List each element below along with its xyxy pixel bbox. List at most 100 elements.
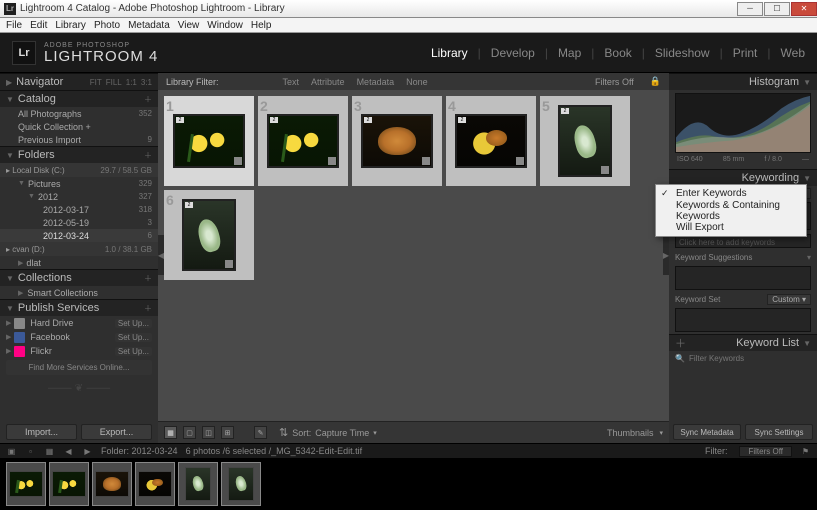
grid-cell[interactable]: 62 xyxy=(164,190,254,280)
filmstrip[interactable] xyxy=(0,458,817,510)
filmstrip-cell[interactable] xyxy=(178,462,218,506)
filmstrip-cell[interactable] xyxy=(49,462,89,506)
collections-item[interactable]: ▶ Smart Collections xyxy=(0,286,158,299)
module-web[interactable]: Web xyxy=(781,46,805,60)
lock-icon[interactable]: 🔒 xyxy=(650,76,661,87)
publish-header[interactable]: ▼ Publish Services ＋ xyxy=(0,299,158,316)
filters-off-label[interactable]: Filters Off xyxy=(595,77,634,87)
module-print[interactable]: Print xyxy=(733,46,758,60)
folder-item[interactable]: 2012-05-193 xyxy=(0,216,158,229)
menu-file[interactable]: File xyxy=(6,20,22,31)
menu-view[interactable]: View xyxy=(178,20,200,31)
module-slideshow[interactable]: Slideshow xyxy=(655,46,710,60)
collections-header[interactable]: ▼ Collections ＋ xyxy=(0,269,158,286)
grid-cell[interactable]: 12 xyxy=(164,96,254,186)
module-book[interactable]: Book xyxy=(604,46,631,60)
menu-edit[interactable]: Edit xyxy=(30,20,47,31)
export-button[interactable]: Export... xyxy=(81,424,152,440)
nav-opt-3:1[interactable]: 3:1 xyxy=(141,78,152,87)
second-window-icon[interactable]: ▫ xyxy=(25,446,36,457)
keyword-tags-menu[interactable]: Enter KeywordsKeywords & Containing Keyw… xyxy=(655,184,807,237)
menu-metadata[interactable]: Metadata xyxy=(128,20,170,31)
sort-value[interactable]: Capture Time xyxy=(315,428,369,438)
collections-title: Collections xyxy=(18,272,72,284)
navigator-header[interactable]: ▶ Navigator FITFILL1:13:1 xyxy=(0,73,158,90)
catalog-item[interactable]: Quick Collection + xyxy=(0,120,158,133)
survey-view-button[interactable]: ⊞ xyxy=(221,426,234,439)
module-library[interactable]: Library xyxy=(431,46,468,60)
histogram-header[interactable]: Histogram ▼ xyxy=(669,73,817,90)
flag-icon[interactable]: ⚑ xyxy=(800,446,811,457)
drive-bar[interactable]: ▸ Local Disk (C:)29.7 / 58.5 GB xyxy=(0,163,158,177)
setup-button[interactable]: Set Up... xyxy=(115,333,152,342)
thumbnails-label[interactable]: Thumbnails xyxy=(607,428,654,438)
publish-service[interactable]: ▶FlickrSet Up... xyxy=(0,344,158,358)
module-develop[interactable]: Develop xyxy=(491,46,535,60)
grid-icon[interactable]: ▦ xyxy=(44,446,55,457)
publish-service[interactable]: ▶FacebookSet Up... xyxy=(0,330,158,344)
menu-photo[interactable]: Photo xyxy=(94,20,120,31)
chevron-down-icon: ▼ xyxy=(6,274,14,283)
nav-opt-fill[interactable]: FILL xyxy=(106,78,122,87)
catalog-header[interactable]: ▼ Catalog ＋ xyxy=(0,90,158,107)
menu-window[interactable]: Window xyxy=(207,20,243,31)
filter-tab-text[interactable]: Text xyxy=(283,77,300,87)
publish-service[interactable]: ▶Hard DriveSet Up... xyxy=(0,316,158,330)
menubar[interactable]: File Edit Library Photo Metadata View Window He… xyxy=(0,18,817,33)
menu-library[interactable]: Library xyxy=(55,20,86,31)
grid-cell[interactable]: 22 xyxy=(258,96,348,186)
module-picker[interactable]: Library|Develop|Map|Book|Slideshow|Print… xyxy=(431,46,805,60)
keyword-list-header[interactable]: ＋ Keyword List ▼ xyxy=(669,334,817,351)
folder-item[interactable]: ▶dlat xyxy=(0,256,158,269)
loupe-view-button[interactable]: ▢ xyxy=(183,426,196,439)
minimize-button[interactable]: － xyxy=(737,2,763,16)
maximize-button[interactable]: ☐ xyxy=(764,2,790,16)
grid-cell[interactable]: 42 xyxy=(446,96,536,186)
module-map[interactable]: Map xyxy=(558,46,581,60)
keyword-set-dropdown[interactable]: Custom ▾ xyxy=(767,294,811,305)
folder-path[interactable]: Folder: 2012-03-24 xyxy=(101,446,178,456)
catalog-item[interactable]: Previous Import9 xyxy=(0,133,158,146)
back-icon[interactable]: ◀ xyxy=(63,446,74,457)
painter-tool-button[interactable]: ✎ xyxy=(254,426,267,439)
setup-button[interactable]: Set Up... xyxy=(115,319,152,328)
sync-metadata-button[interactable]: Sync Metadata xyxy=(673,424,741,440)
filter-tab-none[interactable]: None xyxy=(406,77,428,87)
grid-view-button[interactable]: ▦ xyxy=(164,426,177,439)
find-more-services[interactable]: Find More Services Online... xyxy=(6,360,152,375)
publish-title: Publish Services xyxy=(18,302,99,314)
forward-icon[interactable]: ▶ xyxy=(82,446,93,457)
main-window-icon[interactable]: ▣ xyxy=(6,446,17,457)
filmstrip-cell[interactable] xyxy=(135,462,175,506)
grid-cell[interactable]: 52 xyxy=(540,96,630,186)
filmstrip-cell[interactable] xyxy=(92,462,132,506)
close-button[interactable]: ✕ xyxy=(791,2,817,16)
right-panel-handle[interactable]: ▶ xyxy=(663,235,669,275)
compare-view-button[interactable]: ◫ xyxy=(202,426,215,439)
folders-header[interactable]: ▼ Folders ＋ xyxy=(0,146,158,163)
nav-opt-1:1[interactable]: 1:1 xyxy=(126,78,137,87)
filter-tab-metadata[interactable]: Metadata xyxy=(357,77,395,87)
folder-item[interactable]: ▼Pictures329 xyxy=(0,177,158,190)
menu-item[interactable]: Will Export xyxy=(656,219,806,236)
drive-bar[interactable]: ▸ cvan (D:)1.0 / 38.1 GB xyxy=(0,242,158,256)
catalog-item[interactable]: All Photographs352 xyxy=(0,107,158,120)
menu-item[interactable]: Keywords & Containing Keywords xyxy=(656,202,806,219)
grid-cell[interactable]: 32 xyxy=(352,96,442,186)
sync-settings-button[interactable]: Sync Settings xyxy=(745,424,813,440)
sort-direction-icon[interactable]: ⇅ xyxy=(279,426,288,439)
import-button[interactable]: Import... xyxy=(6,424,77,440)
folder-item[interactable]: 2012-03-246 xyxy=(0,229,158,242)
folder-item[interactable]: 2012-03-17318 xyxy=(0,203,158,216)
menu-help[interactable]: Help xyxy=(251,20,272,31)
nav-opt-fit[interactable]: FIT xyxy=(90,78,102,87)
setup-button[interactable]: Set Up... xyxy=(115,347,152,356)
filter-dropdown[interactable]: Filters Off xyxy=(739,446,792,457)
left-panel-handle[interactable]: ◀ xyxy=(158,235,164,275)
filter-tab-attribute[interactable]: Attribute xyxy=(311,77,345,87)
filter-keywords-input[interactable]: Filter Keywords xyxy=(689,354,744,363)
filmstrip-cell[interactable] xyxy=(6,462,46,506)
folder-item[interactable]: ▼2012327 xyxy=(0,190,158,203)
thumbnail-grid[interactable]: 1222324252 62 xyxy=(158,90,669,421)
filmstrip-cell[interactable] xyxy=(221,462,261,506)
